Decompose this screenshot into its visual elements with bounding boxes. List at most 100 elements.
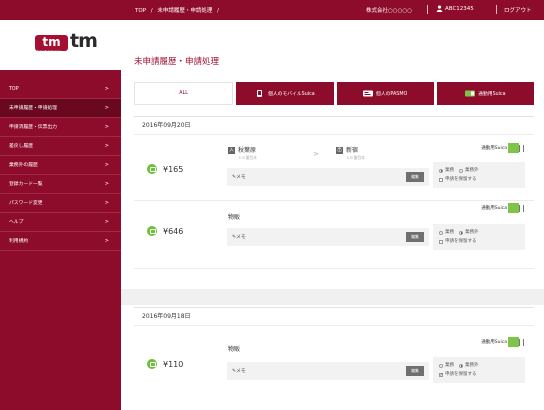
non-business-radio[interactable] <box>459 168 463 173</box>
tab-label: ALL <box>179 91 188 96</box>
entry-station-name: 秋葉原 <box>238 147 257 154</box>
history-row: ¥110 物販 ✎メモ 編集 通勤用Suica 業務 業務外 ✓ 申請を保留する <box>134 326 534 410</box>
tab-pasmo[interactable]: 個人のPASMO <box>336 82 434 105</box>
exit-station-sub: １６番目本 <box>346 155 365 160</box>
suica-card-icon <box>465 90 476 97</box>
hold-option: 申請を保留する <box>439 370 519 380</box>
card-label: 通勤用Suica <box>481 146 507 151</box>
logout-link[interactable]: ログアウト <box>504 6 532 14</box>
section-date: 2016年09月20日 <box>134 117 534 135</box>
chevron-right-icon: > <box>104 162 109 168</box>
memo-text: メモ <box>236 175 246 180</box>
card-label: 通勤用Suica <box>481 206 507 211</box>
sidebar-item-label: TOP <box>9 87 19 92</box>
sidebar-item-applied-history[interactable]: 申請済履歴・伝票出力 > <box>0 118 121 137</box>
sidebar-item-label: 申請済履歴・伝票出力 <box>9 125 57 130</box>
section-gap <box>121 289 544 305</box>
sidebar-item-label: パスワード変更 <box>9 201 43 206</box>
memo-field[interactable]: ✎メモ 編集 <box>227 362 429 380</box>
mobile-phone-icon <box>257 90 263 97</box>
company-name: 株式会社○○○○○ <box>366 8 412 14</box>
sidebar-item-non-business-history[interactable]: 業務外の履歴 > <box>0 156 121 175</box>
header-divider <box>496 5 497 14</box>
entry-station: 入秋葉原 <box>228 145 256 154</box>
business-radio[interactable] <box>439 168 443 173</box>
hold-checkbox[interactable] <box>439 371 443 380</box>
tab-label: 個人のモバイルSuica <box>268 92 315 97</box>
route: 入秋葉原 １６番目本 > 出新宿 １６番目本 <box>228 145 388 165</box>
breadcrumb: TOP / 未申請履歴・申請処理 / <box>135 6 222 14</box>
hold-checkbox[interactable] <box>439 177 443 182</box>
entry-badge: 入 <box>228 147 235 154</box>
tab-all[interactable]: ALL <box>134 82 234 105</box>
sidebar-item-card-list[interactable]: 登録カード一覧 > <box>0 175 121 194</box>
tab-mobile-suica[interactable]: 個人のモバイルSuica <box>236 82 334 105</box>
sidebar-item-label: 業務外の履歴 <box>9 163 38 168</box>
sidebar-item-label: 未申請履歴・申請処理 <box>9 106 57 111</box>
card-options: 通勤用Suica 業務 業務外 申請を保留する <box>433 203 529 263</box>
breadcrumb-separator: / <box>150 8 153 14</box>
card-filter-tabs: ALL 個人のモバイルSuica 個人のPASMO 通勤用Suica <box>134 82 534 105</box>
business-radio-group: 業務 業務外 <box>439 166 519 175</box>
amount: ¥110 <box>147 359 183 369</box>
sidebar-item-help[interactable]: ヘルプ > <box>0 213 121 232</box>
logo-word: tm <box>70 30 98 52</box>
amount: ¥165 <box>147 164 183 174</box>
item-name: 物販 <box>228 346 241 353</box>
card-label: 通勤用Suica <box>481 340 507 345</box>
non-business-radio[interactable] <box>459 363 463 368</box>
card-options: 通勤用Suica 業務 業務外 申請を保留する <box>433 143 529 199</box>
hold-option: 申請を保留する <box>439 237 519 246</box>
tab-commute-suica[interactable]: 通勤用Suica <box>436 82 534 105</box>
logo[interactable]: tm tm transit manager <box>0 20 121 70</box>
business-radio[interactable] <box>439 363 443 368</box>
business-radio-group: 業務 業務外 <box>439 361 519 370</box>
suica-card-icon <box>508 203 524 213</box>
business-radio-label: 業務 <box>445 230 454 235</box>
tab-label: 通勤用Suica <box>478 92 506 97</box>
memo-edit-button[interactable]: 編集 <box>406 232 424 242</box>
non-business-radio[interactable] <box>459 230 463 235</box>
sidebar-item-terms[interactable]: 利用規約 > <box>0 232 121 251</box>
memo-field[interactable]: ✎メモ 編集 <box>227 168 429 186</box>
chevron-right-icon: > <box>104 200 109 206</box>
sidebar-menu: TOP > 未申請履歴・申請処理 > 申請済履歴・伝票出力 > 差戻し履歴 > … <box>0 80 121 251</box>
memo-edit-button[interactable]: 編集 <box>406 366 424 376</box>
breadcrumb-top[interactable]: TOP <box>135 8 146 14</box>
logo-subtitle: transit manager <box>37 49 62 53</box>
memo-edit-button[interactable]: 編集 <box>406 172 424 182</box>
date-section: 2016年09月20日 ¥165 入秋葉原 １６番目本 > 出新宿 １６番目本 <box>134 116 534 269</box>
sidebar-item-returned-history[interactable]: 差戻し履歴 > <box>0 137 121 156</box>
page-title: 未申請履歴・申請処理 <box>134 57 220 67</box>
hold-checkbox[interactable] <box>439 239 443 244</box>
sidebar: tm tm transit manager TOP > 未申請履歴・申請処理 >… <box>0 20 121 410</box>
chevron-right-icon: > <box>104 181 109 187</box>
top-bar: TOP / 未申請履歴・申請処理 / 株式会社○○○○○ ABC12345 ログ… <box>0 0 544 20</box>
suica-card-icon <box>508 337 524 347</box>
page: TOP / 未申請履歴・申請処理 / 株式会社○○○○○ ABC12345 ログ… <box>0 0 544 410</box>
header-divider <box>427 5 428 14</box>
entry-station-sub: １６番目本 <box>238 155 257 160</box>
sidebar-item-top[interactable]: TOP > <box>0 80 121 99</box>
history-row: ¥646 物販 ✎メモ 編集 通勤用Suica 業務 業務外 申請を保留する <box>134 201 534 269</box>
suica-card-icon <box>508 143 524 153</box>
sidebar-item-unapplied-history[interactable]: 未申請履歴・申請処理 > <box>0 99 121 118</box>
wallet-icon <box>147 359 157 369</box>
sidebar-item-password-change[interactable]: パスワード変更 > <box>0 194 121 213</box>
hold-checkbox-label: 申請を保留する <box>445 177 477 182</box>
wallet-icon <box>147 226 157 236</box>
section-date: 2016年09月18日 <box>134 308 534 326</box>
amount-value: ¥110 <box>163 359 184 369</box>
non-business-radio-label: 業務外 <box>465 168 479 173</box>
business-radio[interactable] <box>439 230 443 235</box>
sidebar-item-label: 利用規約 <box>9 239 29 244</box>
user-id: ABC12345 <box>445 5 474 12</box>
date-section: 2016年09月18日 ¥110 物販 ✎メモ 編集 通勤用Suica 業務 業… <box>134 307 534 410</box>
business-radio-group: 業務 業務外 <box>439 228 519 237</box>
amount: ¥646 <box>147 226 183 236</box>
memo-field[interactable]: ✎メモ 編集 <box>227 228 429 246</box>
non-business-radio-label: 業務外 <box>465 363 479 368</box>
sidebar-item-label: 登録カード一覧 <box>9 182 43 187</box>
user-account: ABC12345 <box>436 5 474 12</box>
chevron-right-icon: > <box>104 124 109 130</box>
